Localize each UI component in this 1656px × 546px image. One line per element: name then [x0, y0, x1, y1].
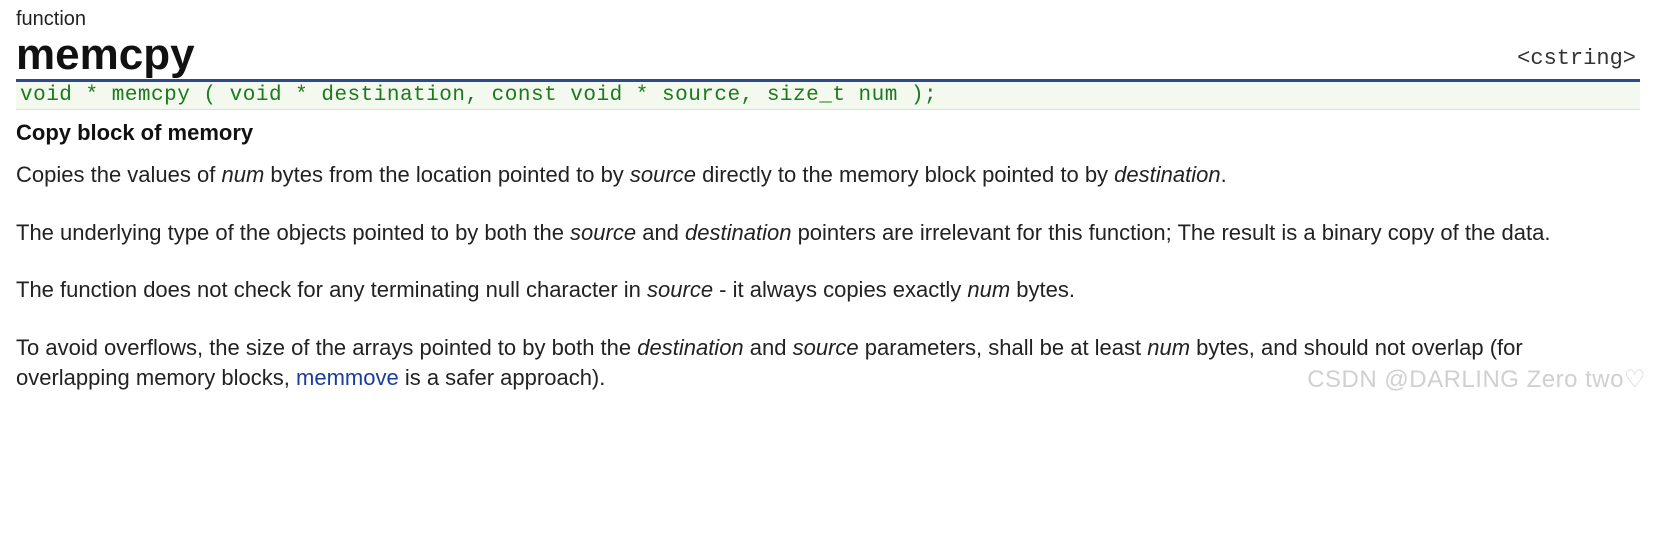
text: is a safer approach). [399, 365, 606, 390]
title-header-row: memcpy <cstring> [16, 33, 1640, 82]
italic-source: source [570, 220, 636, 245]
italic-destination: destination [637, 335, 743, 360]
text: bytes. [1010, 277, 1075, 302]
text: Copies the values of [16, 162, 221, 187]
text: and [636, 220, 685, 245]
text: . [1221, 162, 1227, 187]
text: The function does not check for any term… [16, 277, 647, 302]
italic-source: source [647, 277, 713, 302]
italic-num: num [967, 277, 1010, 302]
italic-destination: destination [685, 220, 791, 245]
text: - it always copies exactly [713, 277, 967, 302]
paragraph-3: The function does not check for any term… [16, 275, 1640, 305]
text: parameters, shall be at least [859, 335, 1148, 360]
section-subtitle: Copy block of memory [16, 120, 1640, 146]
italic-source: source [630, 162, 696, 187]
text: bytes from the location pointed to by [264, 162, 630, 187]
header-include: <cstring> [1517, 46, 1640, 77]
italic-num: num [1147, 335, 1190, 360]
italic-source: source [793, 335, 859, 360]
paragraph-1: Copies the values of num bytes from the … [16, 160, 1640, 190]
function-signature: void * memcpy ( void * destination, cons… [16, 82, 1640, 110]
page-title: memcpy [16, 33, 195, 77]
italic-destination: destination [1114, 162, 1220, 187]
category-label: function [16, 8, 1640, 31]
italic-num: num [221, 162, 264, 187]
text: directly to the memory block pointed to … [696, 162, 1114, 187]
text: and [744, 335, 793, 360]
text: To avoid overflows, the size of the arra… [16, 335, 637, 360]
paragraph-4: To avoid overflows, the size of the arra… [16, 333, 1640, 392]
text: pointers are irrelevant for this functio… [791, 220, 1550, 245]
paragraph-2: The underlying type of the objects point… [16, 218, 1640, 248]
text: The underlying type of the objects point… [16, 220, 570, 245]
link-memmove[interactable]: memmove [296, 365, 399, 390]
